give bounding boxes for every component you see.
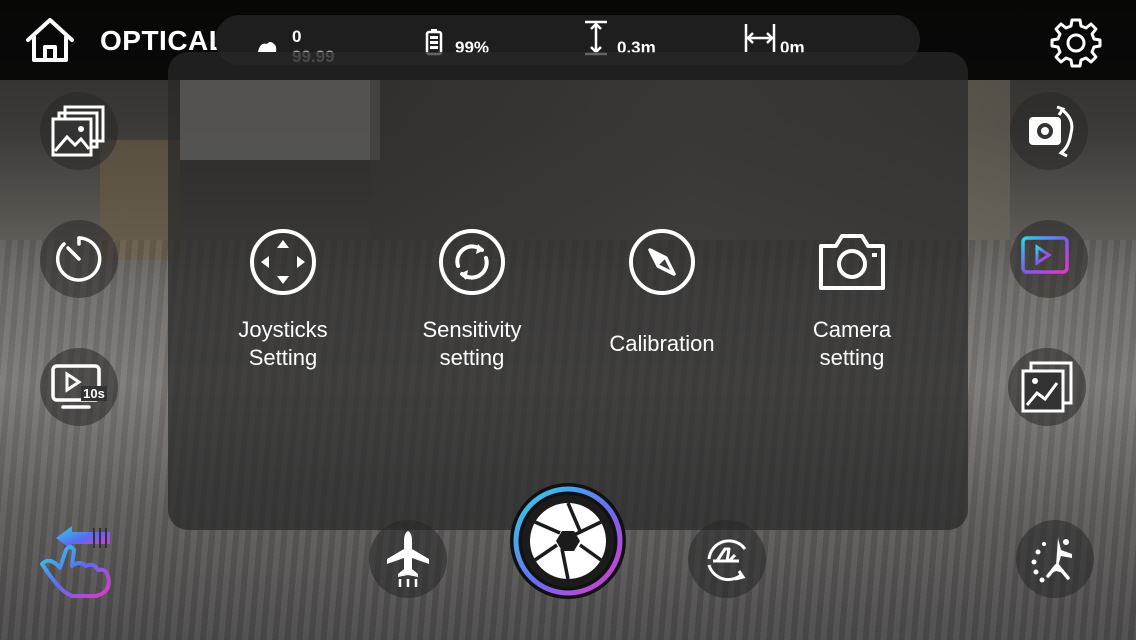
shutter-icon: [513, 486, 623, 596]
video-10s-icon: 10s: [51, 364, 107, 409]
signal-value: 0: [292, 27, 302, 46]
home-icon: [26, 18, 74, 62]
land-icon: [707, 539, 747, 582]
photo-album-icon: [1021, 361, 1073, 413]
camera-flip-button[interactable]: [1010, 92, 1088, 170]
option-label: Joysticks Setting: [238, 317, 328, 370]
flight-mode-icon: [1031, 538, 1072, 583]
swipe-gesture-button[interactable]: [36, 520, 126, 600]
timer-icon: [56, 236, 102, 282]
photo-album-button[interactable]: [1008, 348, 1086, 426]
gallery-icon: [51, 105, 105, 157]
takeoff-button[interactable]: [369, 520, 447, 598]
option-label: Camera setting: [812, 317, 892, 370]
takeoff-icon: [387, 531, 429, 587]
height-icon: [585, 20, 607, 56]
camera-icon: [819, 234, 885, 290]
joystick-icon: [250, 229, 316, 295]
home-button[interactable]: [24, 16, 76, 64]
flight-mode-button[interactable]: [1016, 520, 1094, 598]
compass-icon: [629, 229, 695, 295]
option-label: Sensitivity setting: [422, 317, 522, 370]
option-label: Calibration: [609, 331, 715, 356]
screen-cast-button[interactable]: [1010, 220, 1088, 298]
sensitivity-icon: [439, 229, 505, 295]
shutter-button[interactable]: [510, 483, 626, 599]
gallery-button[interactable]: [40, 92, 118, 170]
joysticks-setting-option[interactable]: Joysticks Setting: [188, 226, 378, 372]
camera-flip-icon: [1029, 105, 1074, 158]
screen-cast-icon: [1021, 236, 1077, 282]
distance-icon: [744, 24, 776, 52]
calibration-option[interactable]: Calibration: [567, 226, 757, 358]
settings-button[interactable]: [1050, 16, 1102, 68]
swipe-gesture-icon: [40, 526, 111, 598]
timer-button[interactable]: [40, 220, 118, 298]
land-button[interactable]: [688, 520, 766, 598]
timer-badge: 10s: [83, 386, 105, 401]
camera-setting-option[interactable]: Camera setting: [757, 226, 947, 372]
gear-icon: [1050, 18, 1102, 68]
sensitivity-setting-option[interactable]: Sensitivity setting: [377, 226, 567, 372]
video-10s-button[interactable]: 10s: [40, 348, 118, 426]
